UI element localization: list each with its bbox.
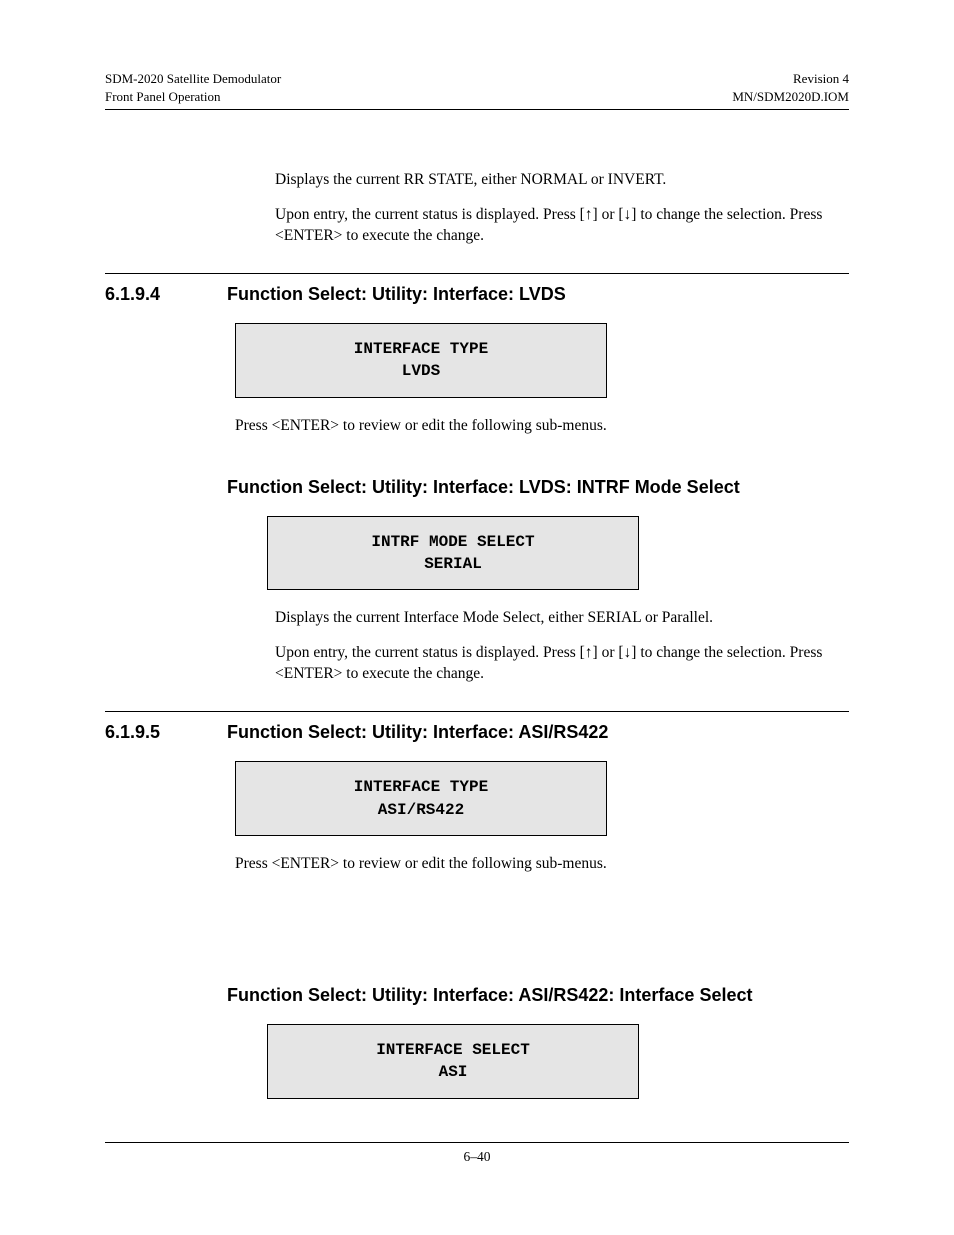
display-line1: INTERFACE TYPE (246, 338, 596, 360)
page-footer: 6–40 (105, 1142, 849, 1165)
intro-p2: Upon entry, the current status is displa… (275, 205, 849, 247)
section-rule-1 (105, 273, 849, 274)
header-left-line1: SDM-2020 Satellite Demodulator (105, 70, 281, 88)
sec1-sub-body: Displays the current Interface Mode Sele… (275, 608, 849, 685)
sec1-sub-p2: Upon entry, the current status is displa… (275, 643, 849, 685)
page-number: 6–40 (464, 1149, 491, 1165)
sec1-sub-p1: Displays the current Interface Mode Sele… (275, 608, 849, 629)
lcd-display-box: INTERFACE TYPE LVDS (235, 323, 607, 398)
header-right-line1: Revision 4 (732, 70, 849, 88)
up-arrow-icon: ↑ (585, 644, 593, 661)
p2a: Upon entry, the current status is displa… (275, 644, 585, 661)
p2b: ] or [ (593, 644, 624, 661)
display-line2: ASI (278, 1061, 628, 1083)
section-number: 6.1.9.4 (105, 284, 227, 305)
header-rule (105, 109, 849, 110)
sec2-after-text: Press <ENTER> to review or edit the foll… (235, 854, 849, 875)
header-right: Revision 4 MN/SDM2020D.IOM (732, 70, 849, 105)
section-number: 6.1.9.5 (105, 722, 227, 743)
display-line1: INTRF MODE SELECT (278, 531, 628, 553)
lcd-display-box: INTERFACE TYPE ASI/RS422 (235, 761, 607, 836)
lcd-display-box: INTRF MODE SELECT SERIAL (267, 516, 639, 591)
section-rule-2 (105, 711, 849, 712)
subsection-title-lvds-intrf: Function Select: Utility: Interface: LVD… (227, 477, 849, 498)
intro-p1: Displays the current RR STATE, either NO… (275, 170, 849, 191)
intro-p2b: ] or [ (593, 206, 624, 223)
display-line2: SERIAL (278, 553, 628, 575)
display-line1: INTERFACE TYPE (246, 776, 596, 798)
section-heading-6-1-9-5: 6.1.9.5 Function Select: Utility: Interf… (105, 722, 849, 743)
display-line2: LVDS (246, 360, 596, 382)
header-left: SDM-2020 Satellite Demodulator Front Pan… (105, 70, 281, 105)
lcd-display-box: INTERFACE SELECT ASI (267, 1024, 639, 1099)
display-line1: INTERFACE SELECT (278, 1039, 628, 1061)
page: SDM-2020 Satellite Demodulator Front Pan… (0, 0, 954, 1235)
display-line2: ASI/RS422 (246, 799, 596, 821)
sec1-after-text: Press <ENTER> to review or edit the foll… (235, 416, 849, 437)
section-title: Function Select: Utility: Interface: LVD… (227, 284, 566, 305)
page-header: SDM-2020 Satellite Demodulator Front Pan… (105, 70, 849, 105)
header-right-line2: MN/SDM2020D.IOM (732, 88, 849, 106)
intro-block: Displays the current RR STATE, either NO… (275, 170, 849, 247)
up-arrow-icon: ↑ (585, 206, 593, 223)
header-left-line2: Front Panel Operation (105, 88, 281, 106)
section-title: Function Select: Utility: Interface: ASI… (227, 722, 608, 743)
subsection-title-asi-select: Function Select: Utility: Interface: ASI… (227, 985, 849, 1006)
footer-rule (105, 1142, 849, 1143)
section-heading-6-1-9-4: 6.1.9.4 Function Select: Utility: Interf… (105, 284, 849, 305)
intro-p2a: Upon entry, the current status is displa… (275, 206, 585, 223)
